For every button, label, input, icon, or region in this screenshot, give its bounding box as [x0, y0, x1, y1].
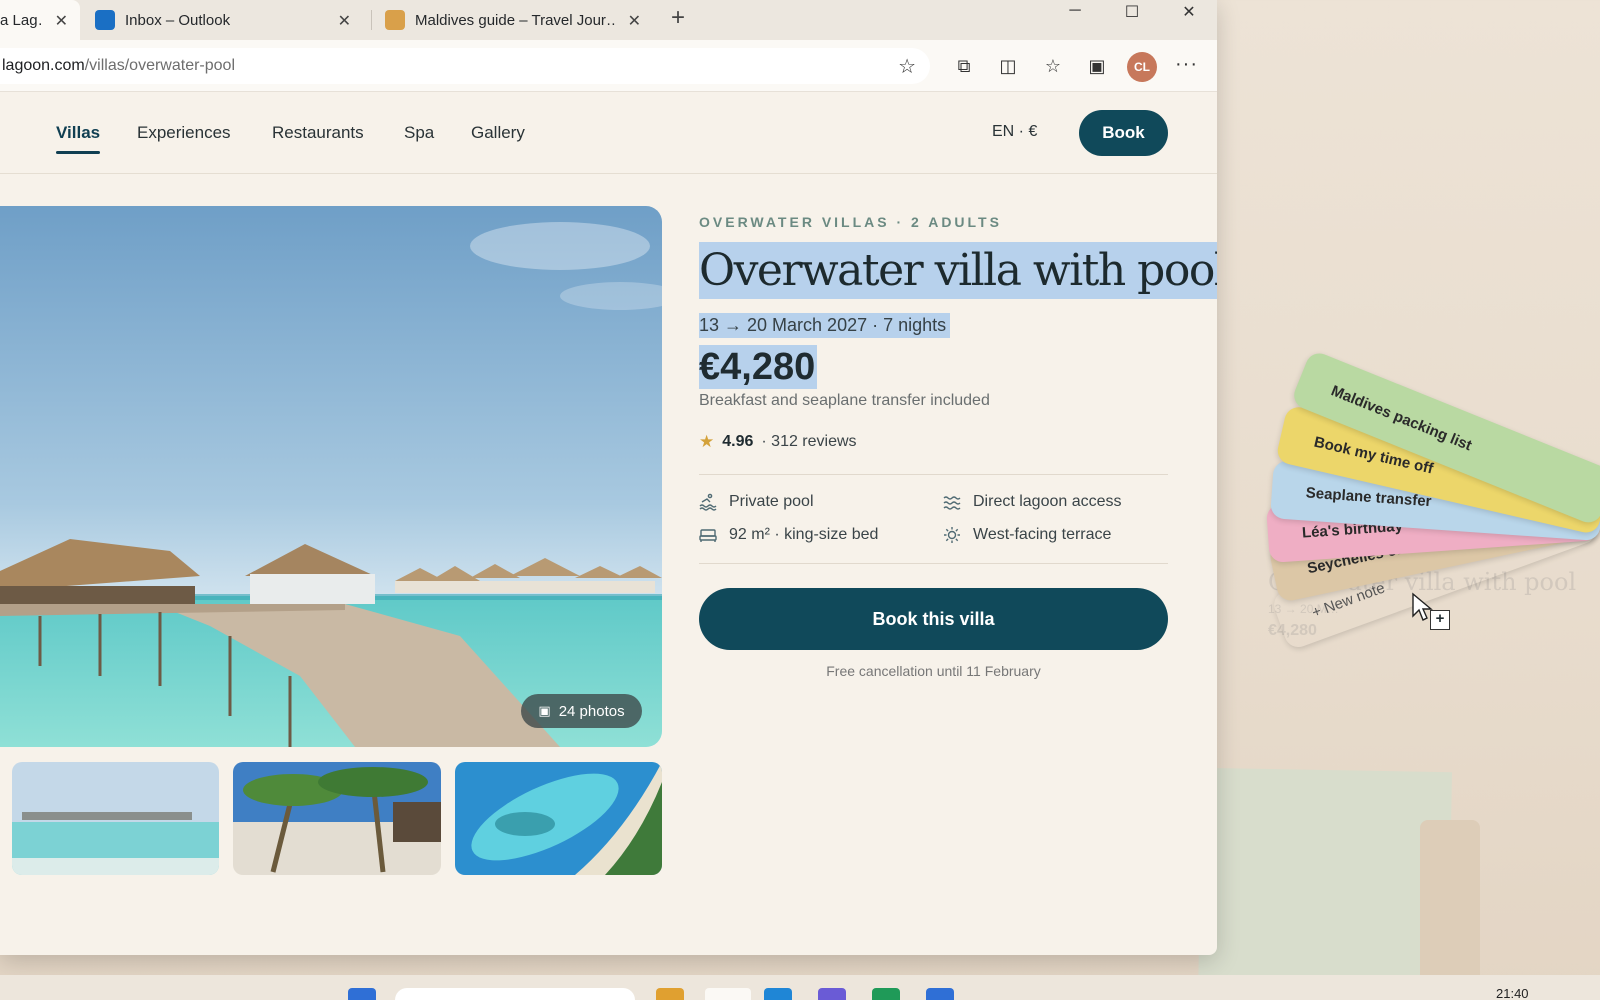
favorites-icon[interactable]: ☆: [1040, 54, 1066, 78]
nav-gallery[interactable]: Gallery: [471, 123, 525, 143]
address-path: /villas/overwater-pool: [84, 57, 235, 74]
villa-price: €4,280: [699, 345, 818, 389]
page-title: Overwater villa with pool: [699, 242, 1217, 299]
amenity-label: West-facing terrace: [973, 526, 1112, 543]
profile-avatar[interactable]: CL: [1127, 52, 1157, 82]
drop-plus-icon: +: [1430, 610, 1450, 630]
nav-villas[interactable]: Villas: [56, 123, 100, 143]
reef-aerial-photo: [455, 762, 662, 875]
jetty-photo: [12, 762, 219, 875]
split-screen-icon[interactable]: ◫: [995, 54, 1021, 78]
palm-beach-photo: [233, 762, 441, 875]
nav-experiences[interactable]: Experiences: [137, 123, 231, 143]
photos-count-button[interactable]: ▣ 24 photos: [521, 694, 642, 728]
minimize-icon[interactable]: ─: [1065, 2, 1085, 20]
review-count: · 312 reviews: [761, 433, 857, 450]
site-nav: Villas Experiences Restaurants Spa Galle…: [0, 92, 1217, 174]
extensions-icon[interactable]: ⧉: [951, 54, 977, 78]
excel-icon[interactable]: [872, 988, 900, 1000]
close-icon[interactable]: ✕: [338, 11, 351, 31]
address-host: lagoon.com: [2, 57, 85, 74]
book-villa-button[interactable]: Book this villa: [699, 588, 1168, 650]
tab-maldives-guide[interactable]: Maldives guide – Travel Jour… ✕: [385, 0, 655, 40]
journal-icon: [385, 10, 405, 30]
amenity-terrace: West-facing terrace: [943, 526, 1111, 544]
amenity-label: 92 m² · king-size bed: [729, 526, 879, 543]
star-icon: ★: [699, 432, 715, 451]
sticky-notes-fan: + New note Seychelles or Maldives? Léa's…: [1265, 345, 1600, 655]
included-extras: Breakfast and seaplane transfer included: [699, 392, 990, 409]
browser-window: a Lag… ✕ Inbox – Outlook ✕ Maldives guid…: [0, 0, 1217, 955]
tab-title: a Lag…: [0, 11, 44, 29]
taskbar: [0, 975, 1600, 1000]
browser-toolbar: lagoon.com/villas/overwater-pool ☆ ⧉ ◫ ☆…: [0, 40, 1217, 92]
outlook-icon: [95, 10, 115, 30]
search-box[interactable]: [395, 988, 635, 1000]
close-icon[interactable]: ✕: [55, 11, 68, 31]
thumbnail[interactable]: [233, 762, 441, 875]
word-icon[interactable]: [926, 988, 954, 1000]
favorite-star-icon[interactable]: ☆: [898, 54, 916, 79]
header-book-button[interactable]: Book: [1079, 110, 1168, 156]
hero-photo[interactable]: [0, 206, 662, 747]
desktop-paper: [1198, 767, 1452, 1000]
thumbnail[interactable]: [455, 762, 662, 875]
swim-icon: [699, 493, 717, 511]
desktop-paper: [1420, 820, 1480, 1000]
collections-icon[interactable]: ▣: [1084, 54, 1110, 78]
start-icon[interactable]: [348, 988, 376, 1000]
nav-restaurants[interactable]: Restaurants: [272, 123, 364, 143]
language-currency-selector[interactable]: EN · €: [992, 123, 1037, 141]
amenity-label: Direct lagoon access: [973, 493, 1122, 510]
overwater-villas-photo: [0, 206, 662, 747]
villa-category: OVERWATER VILLAS · 2 ADULTS: [699, 214, 1002, 230]
tab-separator: [371, 10, 372, 30]
stay-dates: 13 → 20 March 2027 · 7 nights: [699, 313, 951, 338]
nav-active-indicator: [56, 151, 100, 154]
tab-outlook[interactable]: Inbox – Outlook ✕: [95, 0, 365, 40]
thumbnail[interactable]: [12, 762, 219, 875]
waves-icon: [943, 493, 961, 511]
address-bar[interactable]: lagoon.com/villas/overwater-pool ☆: [0, 48, 930, 84]
store-icon[interactable]: [764, 988, 792, 1000]
new-tab-icon[interactable]: +: [671, 4, 685, 32]
teams-icon[interactable]: [818, 988, 846, 1000]
tab-lagoon[interactable]: a Lag… ✕: [0, 0, 80, 40]
sun-icon: [943, 526, 961, 544]
taskbar-clock[interactable]: 21:40: [1496, 986, 1529, 1000]
photos-count-label: 24 photos: [558, 702, 625, 720]
more-menu-icon[interactable]: ···: [1175, 53, 1198, 76]
edge-icon[interactable]: [705, 988, 751, 1000]
amenity-bed: 92 m² · king-size bed: [699, 526, 878, 544]
divider: [699, 563, 1168, 564]
close-icon[interactable]: ✕: [628, 11, 641, 31]
bed-icon: [699, 526, 717, 544]
tab-title: Maldives guide – Travel Jour…: [415, 11, 615, 29]
cancellation-note: Free cancellation until 11 February: [826, 663, 1041, 679]
divider: [699, 474, 1168, 475]
tab-strip: a Lag… ✕ Inbox – Outlook ✕ Maldives guid…: [0, 0, 1217, 40]
file-explorer-icon[interactable]: [656, 988, 684, 1000]
tab-title: Inbox – Outlook: [125, 11, 231, 29]
amenity-lagoon-access: Direct lagoon access: [943, 493, 1122, 511]
rating-score: 4.96: [722, 433, 754, 450]
maximize-icon[interactable]: ☐: [1122, 2, 1142, 22]
rating-summary[interactable]: ★ 4.96 · 312 reviews: [699, 432, 857, 452]
window-close-icon[interactable]: ✕: [1179, 2, 1199, 22]
amenity-private-pool: Private pool: [699, 493, 814, 511]
amenity-label: Private pool: [729, 493, 814, 510]
image-icon: ▣: [538, 703, 551, 718]
nav-spa[interactable]: Spa: [404, 123, 434, 143]
